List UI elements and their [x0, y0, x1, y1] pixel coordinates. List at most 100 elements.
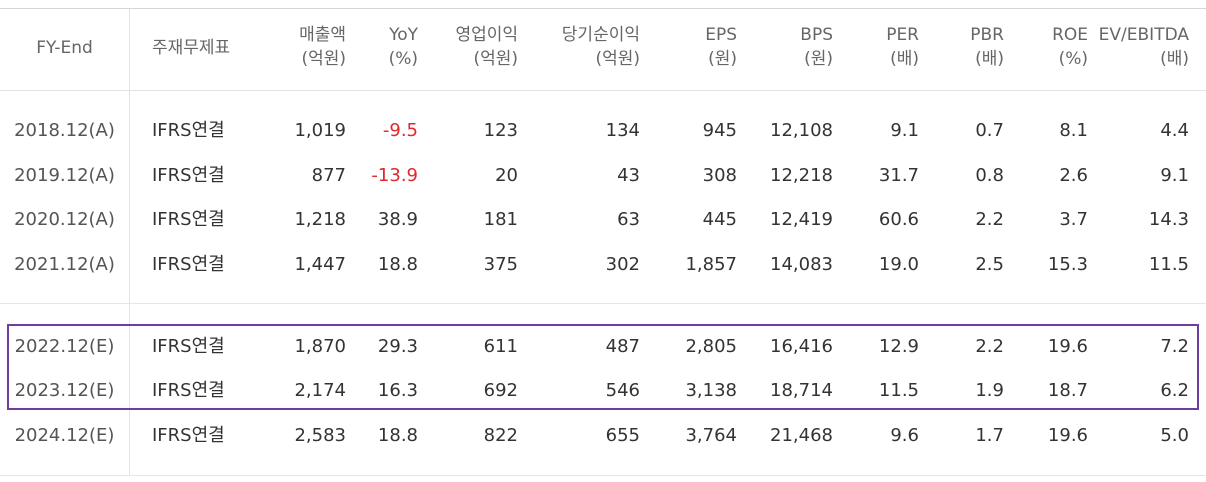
cell-fy: 2024.12(E) [14, 425, 115, 446]
cell-roe: 2.6 [1059, 165, 1088, 186]
cell-op: 375 [483, 254, 518, 275]
column-header-label: ROE [1052, 25, 1088, 45]
cell-yoy: -9.5 [382, 120, 418, 141]
column-header-label: EV/EBITDA [1098, 25, 1189, 45]
cell-pbr: 1.7 [975, 425, 1004, 446]
cell-pbr: 2.5 [975, 254, 1004, 275]
table-row: 2021.12(A) IFRS연결 1,447 18.8 375 302 1,857 14,0… [0, 243, 1206, 287]
column-header-fy: FY-End [0, 36, 129, 60]
cell-op: 822 [483, 425, 518, 446]
column-header-label: BPS [800, 25, 833, 45]
column-header-net: 당기순이익 (억원) [520, 23, 640, 71]
cell-net: 134 [605, 120, 640, 141]
cell-sales: 2,583 [294, 425, 346, 446]
table-top-border [0, 8, 1206, 9]
cell-sales: 1,218 [294, 209, 346, 230]
cell-bps: 14,083 [770, 254, 833, 275]
cell-eps: 1,857 [685, 254, 737, 275]
column-header-label: 주재무제표 [152, 38, 231, 58]
cell-eps: 945 [702, 120, 737, 141]
column-header-roe: ROE (%) [1006, 23, 1088, 71]
cell-eps: 445 [702, 209, 737, 230]
cell-pbr: 2.2 [975, 209, 1004, 230]
cell-fy: 2020.12(A) [14, 209, 115, 230]
cell-fy: 2018.12(A) [14, 120, 115, 141]
column-header-label: PER [886, 25, 919, 45]
column-header-pbr: PBR (배) [922, 23, 1004, 71]
table-bottom-border [0, 475, 1206, 476]
column-header-unit: (%) [388, 49, 418, 69]
cell-per: 9.6 [890, 425, 919, 446]
section-divider [0, 303, 1206, 304]
column-header-unit: (원) [804, 49, 833, 69]
cell-ev: 11.5 [1148, 254, 1189, 275]
cell-ev: 9.1 [1160, 165, 1189, 186]
column-header-sales: 매출액 (억원) [256, 23, 346, 71]
column-header-unit: (억원) [595, 49, 640, 69]
column-header-unit: (배) [1160, 49, 1189, 69]
cell-net: 63 [617, 209, 640, 230]
cell-pbr: 0.7 [975, 120, 1004, 141]
column-header-unit: (배) [975, 49, 1004, 69]
header-divider [0, 90, 1206, 91]
cell-net: 302 [605, 254, 640, 275]
cell-yoy: 18.8 [377, 254, 418, 275]
estimate-highlight-box [7, 324, 1199, 410]
column-header-yoy: YoY (%) [350, 23, 418, 71]
column-header-ev: EV/EBITDA (배) [1090, 23, 1189, 71]
cell-type: IFRS연결 [152, 425, 225, 446]
column-header-label: YoY [389, 25, 418, 45]
cell-yoy: 18.8 [377, 425, 418, 446]
cell-op: 20 [495, 165, 518, 186]
column-header-unit: (원) [708, 49, 737, 69]
column-header-eps: EPS (원) [640, 23, 737, 71]
cell-ev: 4.4 [1160, 120, 1189, 141]
cell-sales: 1,447 [294, 254, 346, 275]
cell-eps: 3,764 [685, 425, 737, 446]
column-header-per: PER (배) [836, 23, 919, 71]
cell-per: 60.6 [878, 209, 919, 230]
column-header-unit: (%) [1058, 49, 1088, 69]
cell-type: IFRS연결 [152, 165, 225, 186]
cell-sales: 1,019 [294, 120, 346, 141]
cell-fy: 2021.12(A) [14, 254, 115, 275]
cell-pbr: 0.8 [975, 165, 1004, 186]
cell-yoy: 38.9 [377, 209, 418, 230]
column-header-label: FY-End [36, 38, 93, 58]
table-row: 2020.12(A) IFRS연결 1,218 38.9 181 63 445 12,419 6… [0, 198, 1206, 242]
cell-roe: 15.3 [1047, 254, 1088, 275]
cell-bps: 12,419 [770, 209, 833, 230]
table-row: 2024.12(E) IFRS연결 2,583 18.8 822 655 3,764 21,4… [0, 414, 1206, 458]
column-header-op: 영업이익 (억원) [420, 23, 518, 71]
column-header-label: 매출액 [299, 25, 346, 45]
cell-ev: 14.3 [1148, 209, 1189, 230]
cell-sales: 877 [311, 165, 346, 186]
column-header-unit: (억원) [301, 49, 346, 69]
table-row: 2019.12(A) IFRS연결 877 -13.9 20 43 308 12,218 31.… [0, 154, 1206, 198]
column-header-bps: BPS (원) [740, 23, 833, 71]
cell-per: 9.1 [890, 120, 919, 141]
cell-fy: 2019.12(A) [14, 165, 115, 186]
cell-roe: 8.1 [1059, 120, 1088, 141]
column-header-unit: (억원) [473, 49, 518, 69]
column-header-label: PBR [970, 25, 1004, 45]
cell-type: IFRS연결 [152, 209, 225, 230]
cell-op: 181 [483, 209, 518, 230]
cell-bps: 12,108 [770, 120, 833, 141]
column-header-label: 영업이익 [455, 25, 518, 45]
cell-net: 43 [617, 165, 640, 186]
column-header-label: 당기순이익 [561, 25, 640, 45]
column-header-label: EPS [705, 25, 737, 45]
cell-per: 19.0 [878, 254, 919, 275]
cell-op: 123 [483, 120, 518, 141]
cell-bps: 12,218 [770, 165, 833, 186]
cell-type: IFRS연결 [152, 254, 225, 275]
cell-roe: 19.6 [1047, 425, 1088, 446]
column-header-unit: (배) [890, 49, 919, 69]
cell-eps: 308 [702, 165, 737, 186]
cell-net: 655 [605, 425, 640, 446]
cell-roe: 3.7 [1059, 209, 1088, 230]
table-row: 2018.12(A) IFRS연결 1,019 -9.5 123 134 945 12,108… [0, 109, 1206, 153]
cell-ev: 5.0 [1160, 425, 1189, 446]
cell-bps: 21,468 [770, 425, 833, 446]
